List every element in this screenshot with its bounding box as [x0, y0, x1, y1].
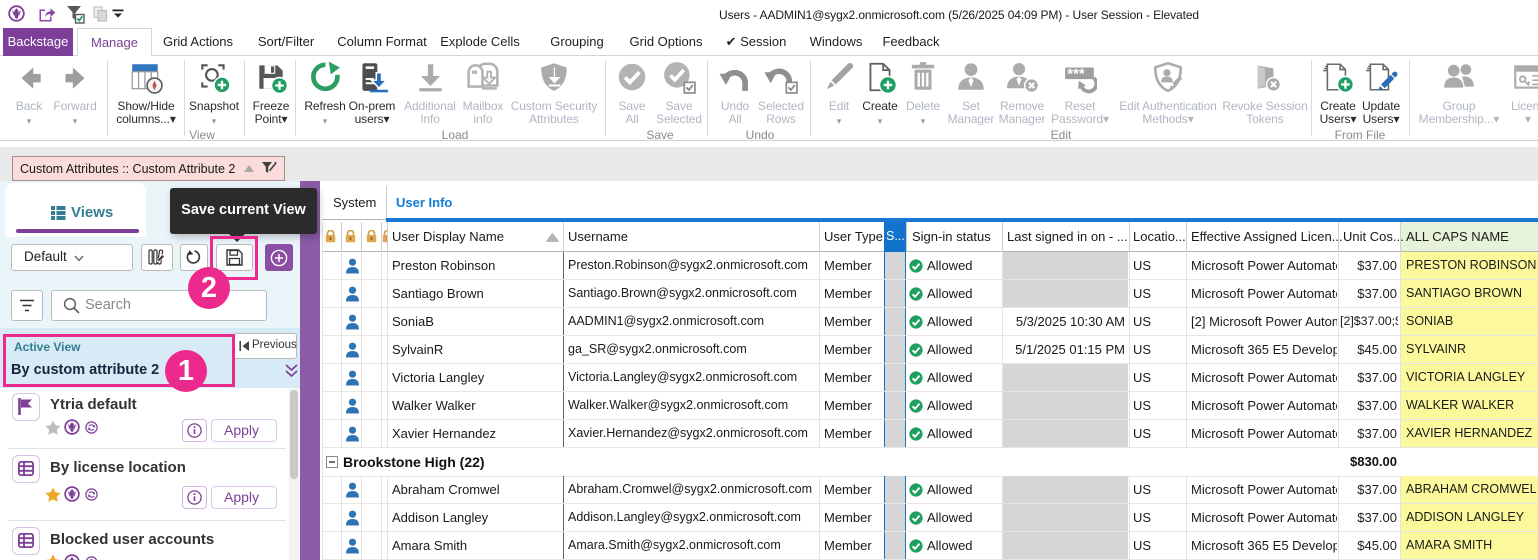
svg-text:***: *** — [1067, 67, 1085, 83]
